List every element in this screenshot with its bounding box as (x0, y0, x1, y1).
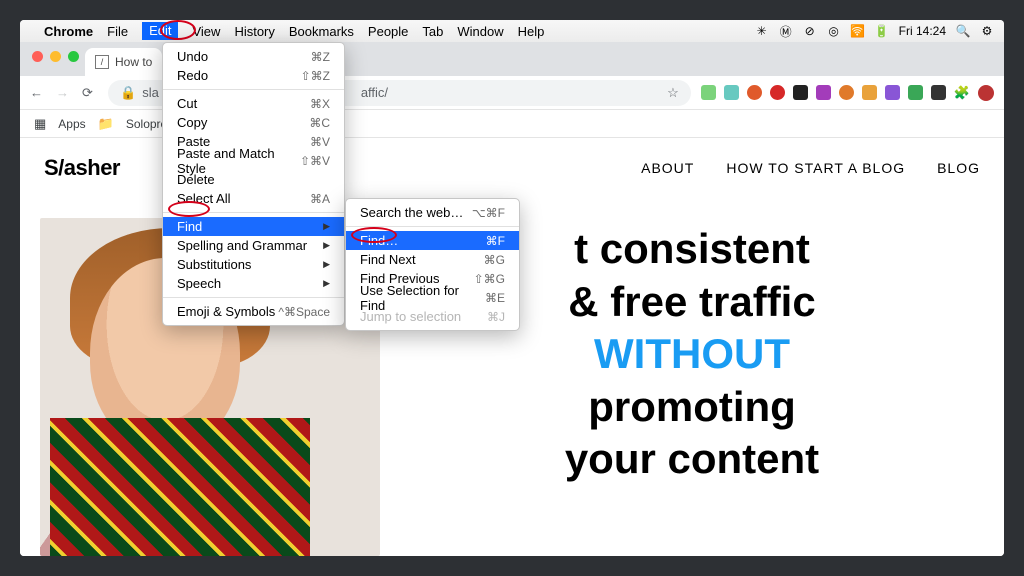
submenu-jump: Jump to selection⌘J (346, 307, 519, 326)
hero-line-highlight: WITHOUT (400, 328, 984, 381)
extension-icon[interactable] (724, 85, 739, 100)
menubar-tab[interactable]: Tab (422, 24, 443, 39)
menubar-view[interactable]: View (192, 24, 220, 39)
extension-icon[interactable] (747, 85, 762, 100)
forward-button[interactable]: → (56, 85, 72, 101)
nav-about[interactable]: ABOUT (641, 160, 694, 176)
status-icon[interactable]: ◎ (827, 24, 841, 38)
folder-icon: 📁 (98, 116, 114, 132)
wifi-icon[interactable]: 🛜 (851, 24, 865, 38)
window-controls (28, 42, 85, 76)
menu-find[interactable]: Find (163, 217, 344, 236)
extension-icons: 🧩 (701, 85, 994, 101)
menubar-app-name[interactable]: Chrome (44, 24, 93, 39)
nav-how-to-start[interactable]: HOW TO START A BLOG (726, 160, 905, 176)
extension-icon[interactable] (793, 85, 808, 100)
status-icon[interactable]: Ⓜ︎ (779, 24, 793, 38)
apps-icon[interactable]: ▦ (34, 116, 46, 132)
menubar-bookmarks[interactable]: Bookmarks (289, 24, 354, 39)
window-zoom-button[interactable] (68, 51, 79, 62)
reload-button[interactable]: ⟳ (82, 85, 98, 101)
menu-speech[interactable]: Speech (163, 274, 344, 293)
menu-emoji[interactable]: Emoji & Symbols^⌘Space (163, 302, 344, 321)
url-prefix: sla (142, 85, 159, 100)
menu-substitutions[interactable]: Substitutions (163, 255, 344, 274)
extension-icon[interactable] (701, 85, 716, 100)
menubar-clock[interactable]: Fri 14:24 (899, 24, 946, 38)
bookmarks-apps[interactable]: Apps (58, 117, 85, 131)
bookmark-star-icon[interactable]: ☆ (667, 85, 679, 101)
tab-favicon: / (95, 55, 109, 69)
menu-paste-match[interactable]: Paste and Match Style⇧⌘V (163, 151, 344, 170)
control-center-icon[interactable]: ⚙︎ (980, 24, 994, 38)
menubar-edit[interactable]: Edit (142, 22, 178, 40)
site-nav: ABOUT HOW TO START A BLOG BLOG (641, 160, 980, 176)
menubar-file[interactable]: File (107, 24, 128, 39)
hero-line: your content (400, 433, 984, 486)
menubar-history[interactable]: History (234, 24, 274, 39)
site-logo[interactable]: S/asher (44, 155, 120, 181)
browser-tab[interactable]: / How to (85, 48, 162, 76)
extension-icon[interactable] (885, 85, 900, 100)
menubar-people[interactable]: People (368, 24, 408, 39)
extension-icon[interactable] (931, 85, 946, 100)
extension-icon[interactable] (839, 85, 854, 100)
menu-select-all[interactable]: Select All⌘A (163, 189, 344, 208)
menubar-status-area: ✳︎ Ⓜ︎ ⊘ ◎ 🛜 🔋 Fri 14:24 🔍 ⚙︎ (755, 24, 994, 38)
hero-line: promoting (400, 381, 984, 434)
menu-redo[interactable]: Redo⇧⌘Z (163, 66, 344, 85)
submenu-use-selection[interactable]: Use Selection for Find⌘E (346, 288, 519, 307)
profile-avatar[interactable] (978, 85, 994, 101)
menubar-window[interactable]: Window (457, 24, 503, 39)
search-icon[interactable]: 🔍 (956, 24, 970, 38)
window-close-button[interactable] (32, 51, 43, 62)
url-tail: affic/ (361, 85, 388, 100)
window-minimize-button[interactable] (50, 51, 61, 62)
menu-cut[interactable]: Cut⌘X (163, 94, 344, 113)
status-icon[interactable]: ✳︎ (755, 24, 769, 38)
extension-icon[interactable] (908, 85, 923, 100)
submenu-find-next[interactable]: Find Next⌘G (346, 250, 519, 269)
menu-spelling[interactable]: Spelling and Grammar (163, 236, 344, 255)
find-submenu: Search the web…⌥⌘F Find…⌘F Find Next⌘G F… (345, 198, 520, 331)
edit-menu-dropdown: Undo⌘Z Redo⇧⌘Z Cut⌘X Copy⌘C Paste⌘V Past… (162, 42, 345, 326)
macos-menubar: Chrome File Edit View History Bookmarks … (20, 20, 1004, 42)
back-button[interactable]: ← (30, 85, 46, 101)
extension-icon[interactable] (770, 85, 785, 100)
nav-blog[interactable]: BLOG (937, 160, 980, 176)
submenu-find[interactable]: Find…⌘F (346, 231, 519, 250)
status-icon[interactable]: ⊘ (803, 24, 817, 38)
lock-icon: 🔒 (120, 85, 136, 101)
extension-icon[interactable] (862, 85, 877, 100)
tab-title: How to (115, 55, 152, 69)
extensions-menu-icon[interactable]: 🧩 (954, 85, 970, 101)
submenu-search-web[interactable]: Search the web…⌥⌘F (346, 203, 519, 222)
extension-icon[interactable] (816, 85, 831, 100)
battery-icon[interactable]: 🔋 (875, 24, 889, 38)
menubar-help[interactable]: Help (518, 24, 545, 39)
menu-copy[interactable]: Copy⌘C (163, 113, 344, 132)
menu-undo[interactable]: Undo⌘Z (163, 47, 344, 66)
